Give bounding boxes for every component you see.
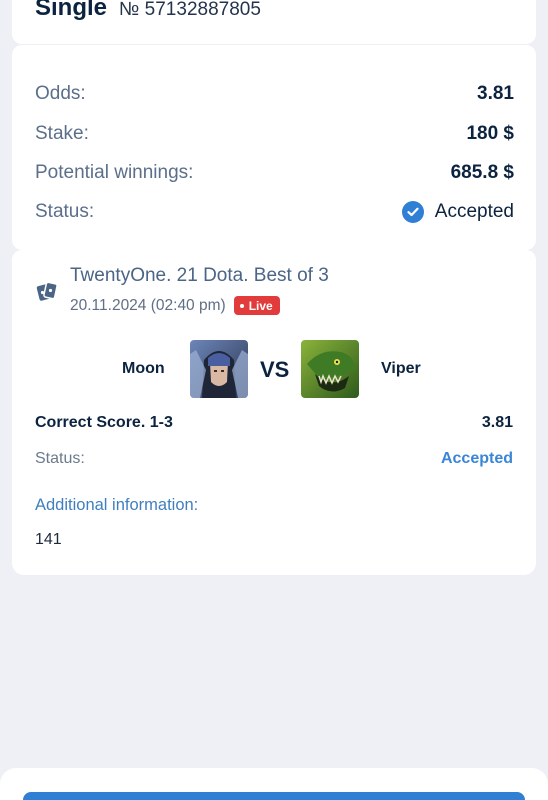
- bet-odds: 3.81: [481, 414, 513, 431]
- winnings-label: Potential winnings:: [35, 162, 194, 183]
- event-status-value: Accepted: [440, 450, 513, 467]
- status-row: Status: Accepted: [35, 201, 514, 223]
- bet-summary-card: Odds: 3.81 Stake: 180 $ Potential winnin…: [12, 45, 536, 250]
- status-text: Accepted: [434, 201, 514, 222]
- teams-row: Moon VS Viper: [12, 340, 536, 400]
- stake-value: 180 $: [466, 123, 514, 144]
- bet-market: Correct Score. 1-3: [35, 414, 173, 431]
- odds-label: Odds:: [35, 83, 86, 104]
- status-label: Status:: [35, 201, 95, 222]
- event-datetime: 20.11.2024 (02:40 pm): [70, 296, 226, 314]
- bet-header-card: Single № 57132887805: [12, 0, 536, 44]
- additional-info-value: 141: [35, 531, 62, 548]
- event-card: TwentyOne. 21 Dota. Best of 3 20.11.2024…: [12, 250, 536, 575]
- team2-avatar: [301, 340, 359, 398]
- odds-value: 3.81: [477, 83, 514, 104]
- event-title: TwentyOne. 21 Dota. Best of 3: [70, 265, 329, 286]
- bet-number: № 57132887805: [119, 0, 261, 20]
- stake-row: Stake: 180 $: [35, 123, 514, 145]
- event-status-row: Status: Accepted: [35, 450, 513, 468]
- live-dot-icon: [239, 303, 244, 308]
- vs-label: VS: [260, 357, 290, 382]
- winnings-value: 685.8 $: [450, 162, 514, 183]
- bottom-action-button[interactable]: [23, 792, 525, 800]
- bet-market-row: Correct Score. 1-3 3.81: [35, 414, 513, 432]
- team1-avatar: [190, 340, 248, 398]
- team2-name: Viper: [381, 360, 421, 377]
- check-circle-icon: [401, 201, 424, 223]
- live-badge: Live: [233, 296, 280, 315]
- odds-row: Odds: 3.81: [35, 83, 514, 105]
- cards-icon: [36, 280, 58, 302]
- event-status-label: Status:: [35, 450, 85, 467]
- additional-info-label: Additional information:: [35, 496, 199, 514]
- team1-name: Moon: [122, 360, 165, 377]
- bet-title: Single № 57132887805: [35, 0, 261, 22]
- live-badge-label: Live: [248, 298, 273, 313]
- event-date-row: 20.11.2024 (02:40 pm) Live: [70, 296, 280, 315]
- bet-type: Single: [35, 0, 108, 21]
- stake-label: Stake:: [35, 123, 89, 144]
- status-value: Accepted: [401, 201, 514, 223]
- winnings-row: Potential winnings: 685.8 $: [35, 162, 514, 184]
